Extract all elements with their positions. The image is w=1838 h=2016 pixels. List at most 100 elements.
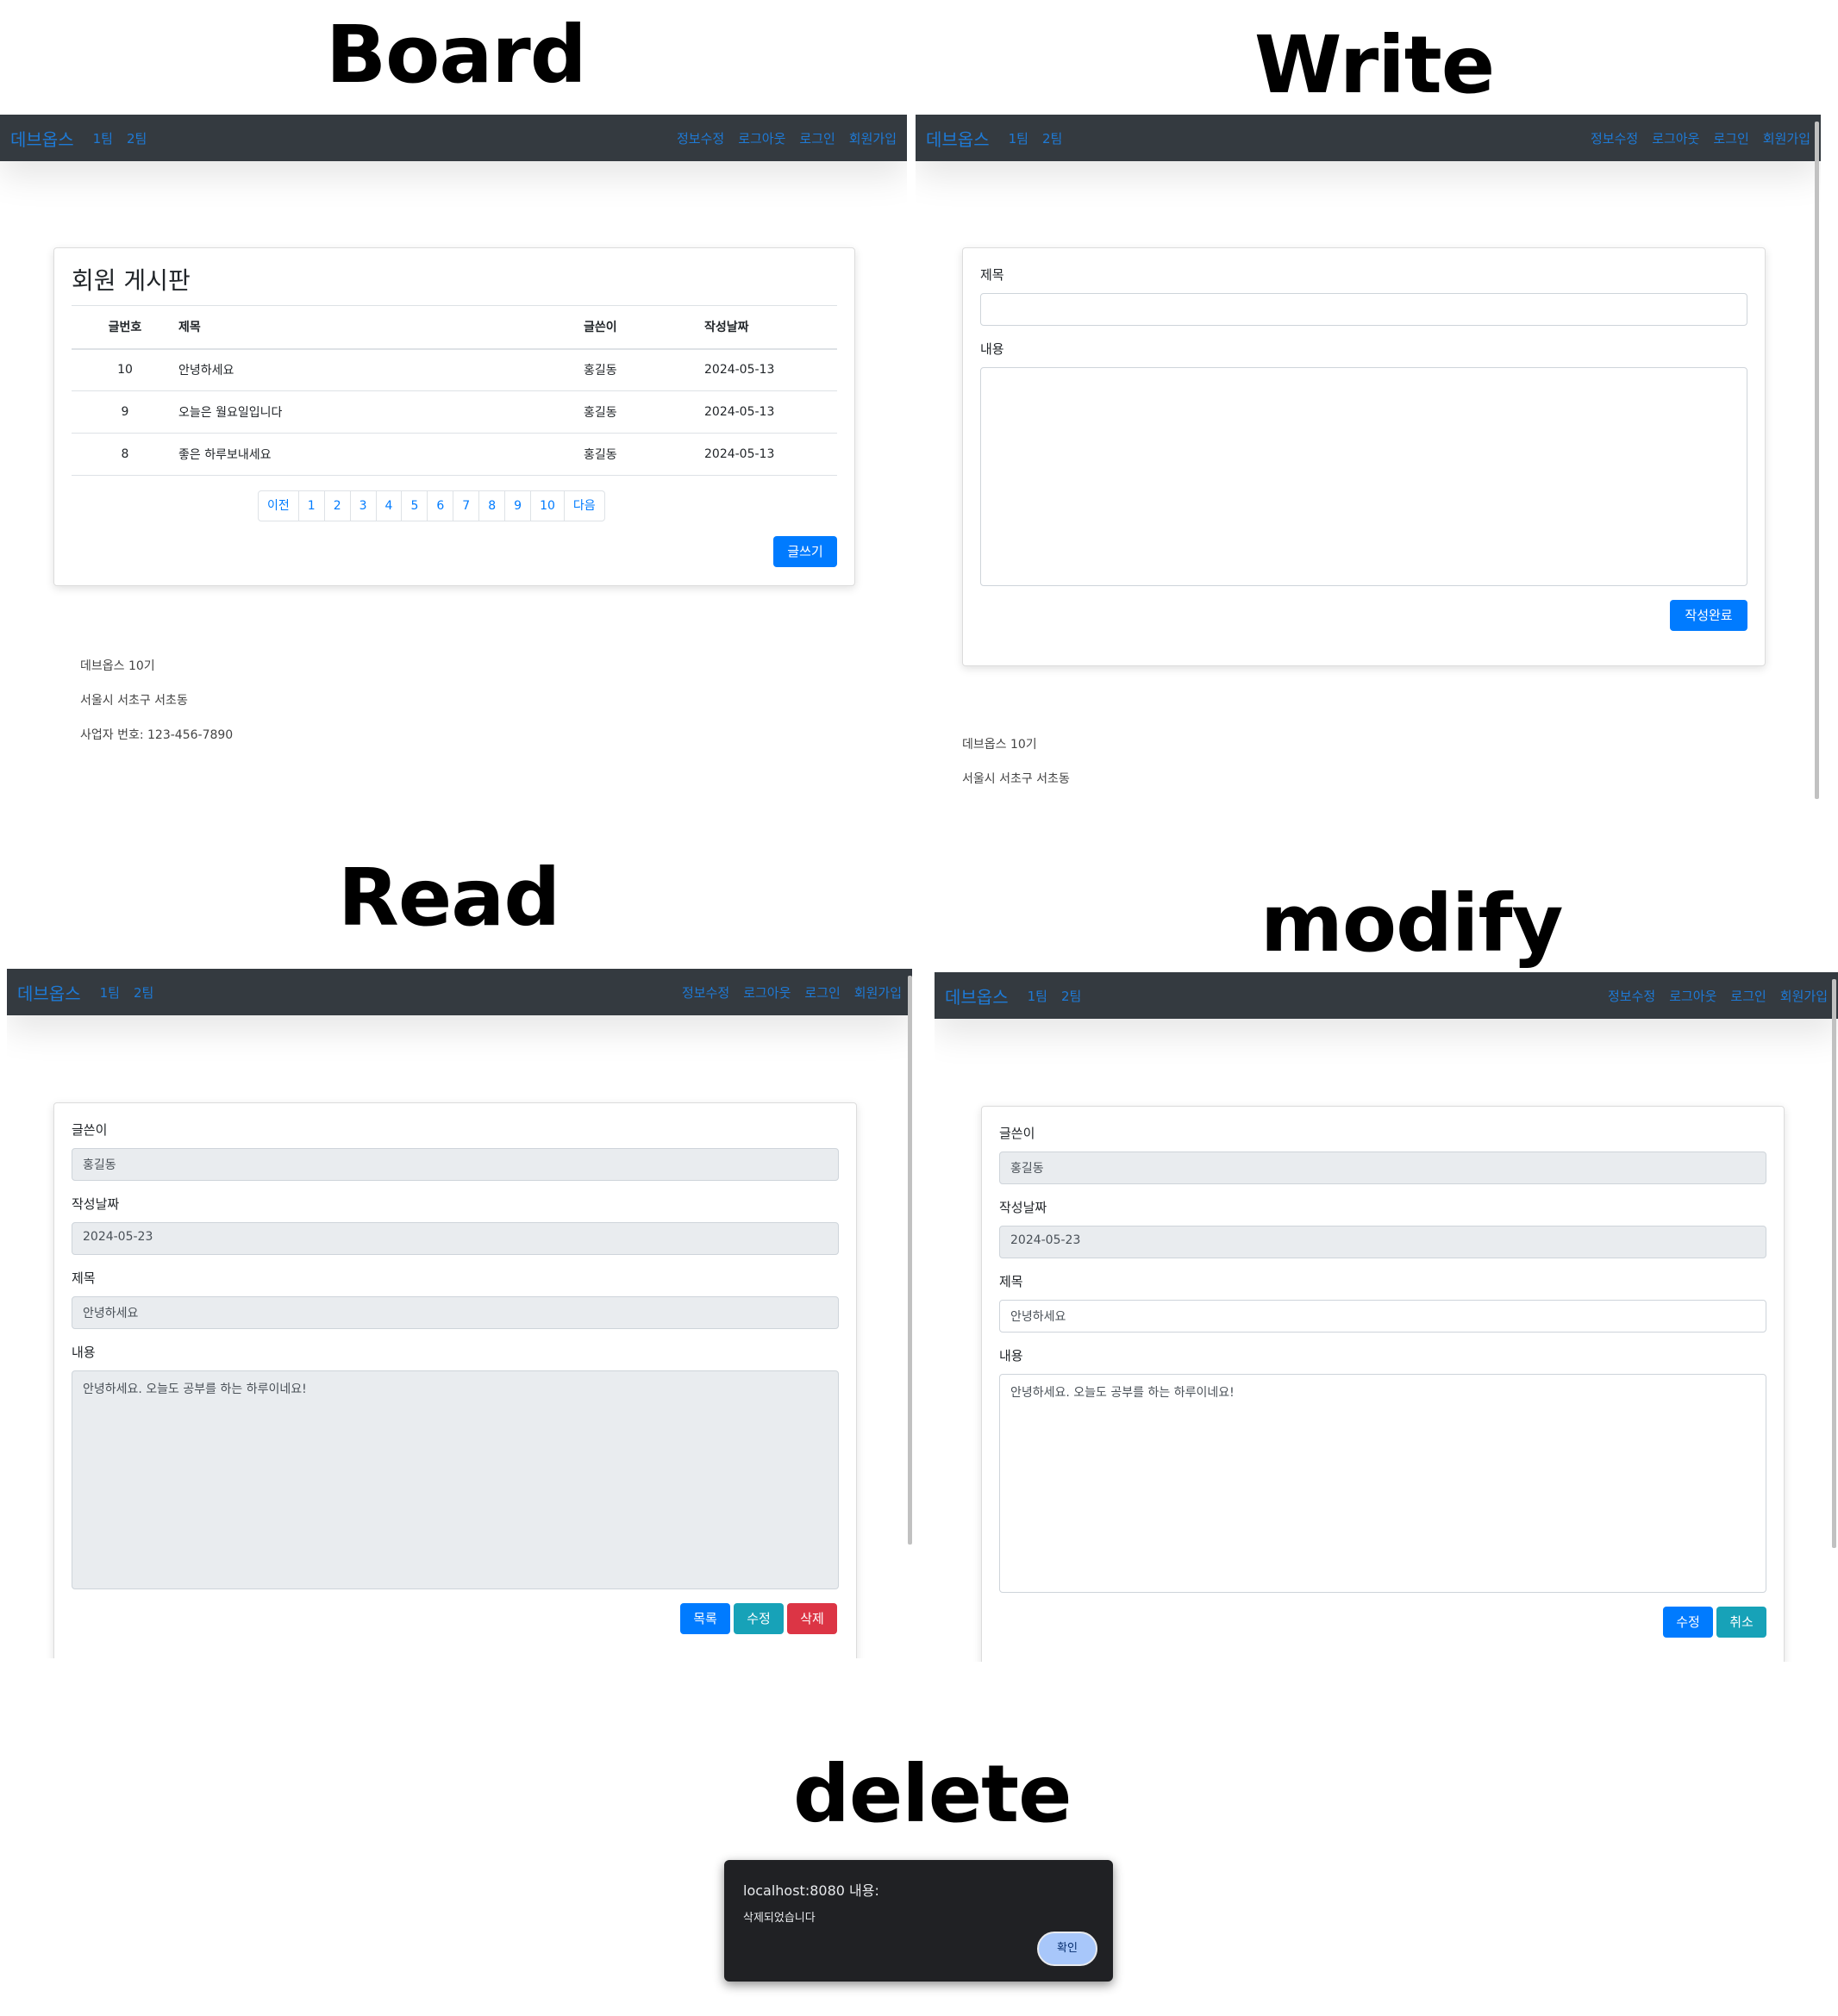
post-writer: 홍길동 <box>584 390 704 434</box>
post-number: 8 <box>72 433 178 476</box>
scrollbar[interactable] <box>1815 122 1819 799</box>
post-date: 2024-05-13 <box>704 433 837 476</box>
page-9[interactable]: 9 <box>504 491 530 521</box>
read-card: 글쓴이 홍길동 작성날짜 2024-05-23 제목 안녕하세요 내용 안녕하세… <box>53 1102 857 1658</box>
nav-login[interactable]: 로그인 <box>804 983 840 1002</box>
nav-logout[interactable]: 로그아웃 <box>738 129 785 147</box>
content-textarea[interactable] <box>980 367 1747 586</box>
nav-team1[interactable]: 1팀 <box>93 129 113 147</box>
post-title-link[interactable]: 좋은 하루보내세요 <box>178 433 584 476</box>
post-date: 2024-05-13 <box>704 390 837 434</box>
post-number: 10 <box>72 348 178 391</box>
nav-edit-profile[interactable]: 정보수정 <box>1591 129 1638 147</box>
content-label: 내용 <box>72 1345 96 1360</box>
title-input[interactable] <box>980 293 1747 326</box>
col-writer: 글쓴이 <box>584 305 704 350</box>
dialog-title: localhost:8080 내용: <box>743 1882 879 1899</box>
scrollbar[interactable] <box>1832 979 1836 1548</box>
nav-signup[interactable]: 회원가입 <box>1763 129 1810 147</box>
nav-logout[interactable]: 로그아웃 <box>1652 129 1699 147</box>
post-writer: 홍길동 <box>584 433 704 476</box>
modify-screenshot: 데브옵스 1팀 2팀 정보수정 로그아웃 로그인 회원가입 글쓴이 홍길동 작성… <box>935 972 1838 1662</box>
board-title: 회원 게시판 <box>72 266 191 295</box>
nav-login[interactable]: 로그인 <box>1730 987 1766 1005</box>
list-button[interactable]: 목록 <box>680 1603 730 1634</box>
nav-team1[interactable]: 1팀 <box>1028 987 1047 1005</box>
content-field: 안녕하세요. 오늘도 공부를 하는 하루이네요! <box>72 1370 839 1589</box>
scrollbar[interactable] <box>908 976 912 1545</box>
page-8[interactable]: 8 <box>478 491 504 521</box>
writer-field: 홍길동 <box>72 1148 839 1181</box>
writer-label: 글쓴이 <box>999 1126 1035 1141</box>
nav-login[interactable]: 로그인 <box>1713 129 1748 147</box>
footer-business-number: 사업자 번호: 123-456-7890 <box>80 728 234 742</box>
title-input[interactable]: 안녕하세요 <box>999 1300 1766 1333</box>
page-3[interactable]: 3 <box>349 491 376 521</box>
nav-login[interactable]: 로그인 <box>799 129 835 147</box>
navbar-brand[interactable]: 데브옵스 <box>945 983 1009 1008</box>
nav-signup[interactable]: 회원가입 <box>854 983 902 1002</box>
footer-address: 서울시 서초구 서초동 <box>962 772 1070 786</box>
content-label: 내용 <box>980 341 1004 357</box>
navbar-brand[interactable]: 데브옵스 <box>17 980 81 1005</box>
post-date: 2024-05-13 <box>704 348 837 391</box>
modify-button[interactable]: 수정 <box>734 1603 784 1634</box>
board-table: 글번호 제목 글쓴이 작성날짜 10 안녕하세요 홍길동 2024-05-13 … <box>72 305 837 476</box>
page-next[interactable]: 다음 <box>563 491 604 521</box>
footer-company: 데브옵스 10기 <box>80 659 155 673</box>
write-screenshot: 데브옵스 1팀 2팀 정보수정 로그아웃 로그인 회원가입 제목 내용 작성완료… <box>916 115 1821 804</box>
navbar: 데브옵스 1팀 2팀 정보수정 로그아웃 로그인 회원가입 <box>916 115 1821 161</box>
nav-signup[interactable]: 회원가입 <box>1780 987 1828 1005</box>
date-label: 작성날짜 <box>999 1200 1047 1215</box>
save-modify-button[interactable]: 수정 <box>1663 1607 1713 1638</box>
page-2[interactable]: 2 <box>323 491 350 521</box>
delete-button[interactable]: 삭제 <box>787 1603 837 1634</box>
nav-edit-profile[interactable]: 정보수정 <box>682 983 729 1002</box>
content-textarea[interactable]: 안녕하세요. 오늘도 공부를 하는 하루이네요! <box>999 1374 1766 1593</box>
table-row[interactable]: 8 좋은 하루보내세요 홍길동 2024-05-13 <box>72 433 837 476</box>
nav-logout[interactable]: 로그아웃 <box>1669 987 1716 1005</box>
page-5[interactable]: 5 <box>401 491 427 521</box>
page-10[interactable]: 10 <box>530 491 564 521</box>
navbar-brand[interactable]: 데브옵스 <box>926 126 990 151</box>
page-6[interactable]: 6 <box>427 491 453 521</box>
pagination: 이전 1 2 3 4 5 6 7 8 9 10 다음 <box>258 490 605 521</box>
post-title-link[interactable]: 안녕하세요 <box>178 348 584 391</box>
title-label: 제목 <box>72 1270 96 1286</box>
nav-logout[interactable]: 로그아웃 <box>743 983 791 1002</box>
nav-team1[interactable]: 1팀 <box>100 983 120 1002</box>
nav-team2[interactable]: 2팀 <box>127 129 147 147</box>
alert-dialog: localhost:8080 내용: 삭제되었습니다 확인 <box>724 1860 1113 1982</box>
dialog-ok-button[interactable]: 확인 <box>1037 1932 1097 1966</box>
dialog-message: 삭제되었습니다 <box>743 1912 816 1925</box>
nav-team2[interactable]: 2팀 <box>1061 987 1081 1005</box>
read-heading: Read <box>338 852 560 944</box>
submit-post-button[interactable]: 작성완료 <box>1670 600 1747 631</box>
page-prev[interactable]: 이전 <box>259 491 298 521</box>
navbar-brand[interactable]: 데브옵스 <box>10 126 74 151</box>
delete-heading: delete <box>793 1748 1072 1840</box>
page-4[interactable]: 4 <box>375 491 402 521</box>
table-row[interactable]: 9 오늘은 월요일입니다 홍길동 2024-05-13 <box>72 390 837 434</box>
board-card: 회원 게시판 글번호 제목 글쓴이 작성날짜 10 안녕하세요 홍길동 2024… <box>53 247 855 586</box>
page-1[interactable]: 1 <box>297 491 324 521</box>
nav-team1[interactable]: 1팀 <box>1009 129 1028 147</box>
read-screenshot: 데브옵스 1팀 2팀 정보수정 로그아웃 로그인 회원가입 글쓴이 홍길동 작성… <box>7 969 912 1658</box>
board-screenshot: 데브옵스 1팀 2팀 정보수정 로그아웃 로그인 회원가입 회원 게시판 글번호… <box>0 115 907 804</box>
write-post-button[interactable]: 글쓰기 <box>773 536 837 567</box>
post-title-link[interactable]: 오늘은 월요일입니다 <box>178 390 584 434</box>
nav-signup[interactable]: 회원가입 <box>849 129 897 147</box>
board-heading: Board <box>326 9 587 101</box>
date-field: 2024-05-23 <box>999 1226 1766 1258</box>
nav-team2[interactable]: 2팀 <box>1042 129 1062 147</box>
nav-team2[interactable]: 2팀 <box>134 983 153 1002</box>
table-header-row: 글번호 제목 글쓴이 작성날짜 <box>72 305 837 350</box>
navbar: 데브옵스 1팀 2팀 정보수정 로그아웃 로그인 회원가입 <box>935 972 1838 1019</box>
nav-edit-profile[interactable]: 정보수정 <box>677 129 724 147</box>
table-row[interactable]: 10 안녕하세요 홍길동 2024-05-13 <box>72 348 837 391</box>
cancel-button[interactable]: 취소 <box>1716 1607 1766 1638</box>
date-label: 작성날짜 <box>72 1196 120 1212</box>
navbar: 데브옵스 1팀 2팀 정보수정 로그아웃 로그인 회원가입 <box>7 969 912 1015</box>
page-7[interactable]: 7 <box>453 491 478 521</box>
nav-edit-profile[interactable]: 정보수정 <box>1608 987 1655 1005</box>
